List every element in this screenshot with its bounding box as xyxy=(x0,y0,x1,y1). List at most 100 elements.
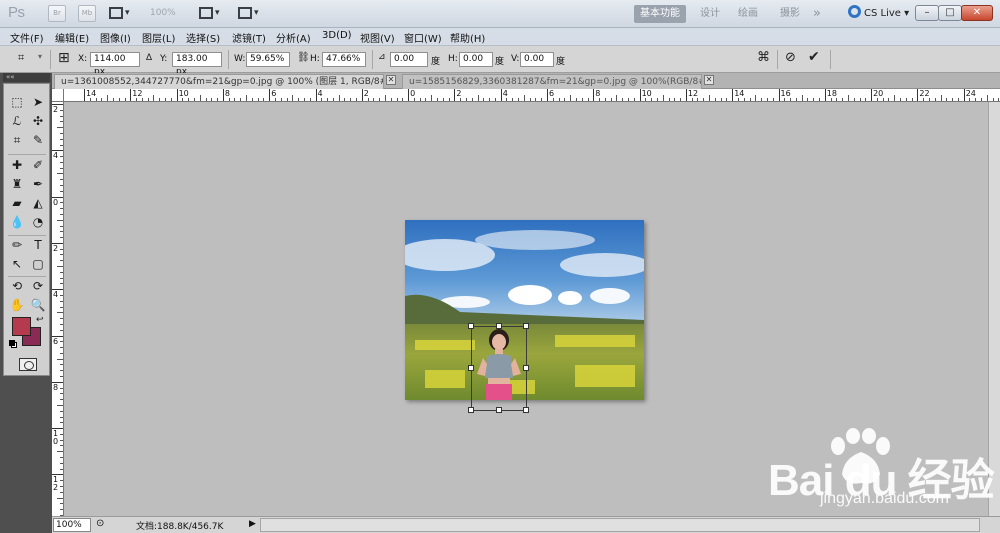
zoom-field[interactable]: 100% xyxy=(53,518,91,532)
ruler-minor-tick xyxy=(60,352,63,354)
crop-tool-icon[interactable]: ⌗ xyxy=(8,132,26,149)
screen-mode-dropdown[interactable]: ▾ xyxy=(238,5,259,22)
rotate-input[interactable]: 0.00 xyxy=(390,52,428,67)
tab-close-icon[interactable]: ✕ xyxy=(704,75,714,85)
menu-edit[interactable]: 编辑(E) xyxy=(55,30,89,45)
tools-panel-header[interactable]: «« xyxy=(3,73,50,82)
transform-tool-icon[interactable]: ⌗ xyxy=(18,51,24,65)
status-menu-arrow[interactable]: ▶ xyxy=(249,519,256,529)
zoom-level-dropdown[interactable]: 100% xyxy=(150,8,176,18)
transform-handle[interactable] xyxy=(523,323,529,329)
transform-bounding-box[interactable] xyxy=(468,323,529,413)
reference-point-icon[interactable]: ⊞ xyxy=(58,50,70,66)
hand-tool-icon[interactable]: ✋ xyxy=(8,297,26,314)
ruler-minor-tick xyxy=(251,98,253,101)
marquee-tool-icon[interactable]: ⬚ xyxy=(8,94,26,111)
transform-handle[interactable] xyxy=(496,407,502,413)
horizontal-ruler[interactable]: 14 12 10 8 6 4 2 0 2 4 6 8 10 12 14 16 18 20 22 24 xyxy=(64,89,1000,102)
maximize-button[interactable]: □ xyxy=(938,5,962,21)
relative-position-icon[interactable]: ∆ xyxy=(146,53,152,63)
pen-tool-icon[interactable]: ✏ xyxy=(8,237,26,254)
horizontal-skew-input[interactable]: 0.00 xyxy=(459,52,493,67)
menu-analysis[interactable]: 分析(A) xyxy=(276,30,311,45)
ruler-minor-tick xyxy=(274,98,276,101)
ruler-minor-tick xyxy=(564,98,566,101)
status-info-icon[interactable]: ⊙ xyxy=(96,518,104,529)
menu-filter[interactable]: 滤镜(T) xyxy=(232,30,266,45)
more-workspaces-button[interactable]: » xyxy=(807,5,827,23)
ruler-minor-tick xyxy=(697,98,699,101)
eyedropper-tool-icon[interactable]: ✎ xyxy=(29,132,47,149)
foreground-color-swatch[interactable] xyxy=(12,317,31,336)
tool-preset-dropdown-icon[interactable]: ▾ xyxy=(38,52,42,61)
quick-mask-icon[interactable] xyxy=(19,358,37,371)
transform-handle[interactable] xyxy=(496,323,502,329)
vertical-skew-input[interactable]: 0.00 xyxy=(520,52,554,67)
quick-selection-tool-icon[interactable]: ✣ xyxy=(29,113,47,130)
menu-help[interactable]: 帮助(H) xyxy=(450,30,485,45)
swap-colors-icon[interactable]: ↩ xyxy=(36,315,44,325)
close-button[interactable]: ✕ xyxy=(961,5,993,21)
tab-document-2[interactable]: u=1585156829,3360381287&fm=21&gp=0.jpg @… xyxy=(402,74,702,89)
transform-handle[interactable] xyxy=(468,365,474,371)
cs-live-button[interactable]: CS Live ▾ xyxy=(848,5,909,23)
workspace-photography[interactable]: 摄影 xyxy=(774,5,806,23)
ruler-minor-tick xyxy=(616,95,618,101)
minimize-button[interactable]: – xyxy=(915,5,939,21)
ruler-minor-tick xyxy=(60,439,63,441)
y-position-input[interactable]: 183.00 px xyxy=(172,52,222,77)
ruler-minor-tick xyxy=(60,156,63,158)
view-extras-dropdown[interactable]: ▾ xyxy=(109,5,130,22)
width-input[interactable]: 59.65% xyxy=(246,52,290,67)
menu-layer[interactable]: 图层(L) xyxy=(142,30,175,45)
link-icon[interactable]: ⛓ xyxy=(297,52,310,63)
bridge-icon[interactable]: Br xyxy=(48,5,66,22)
eraser-tool-icon[interactable]: ▰ xyxy=(8,195,26,212)
height-input[interactable]: 47.66% xyxy=(322,52,366,67)
horizontal-scrollbar[interactable] xyxy=(260,518,980,532)
transform-handle[interactable] xyxy=(523,407,529,413)
vertical-ruler[interactable]: 2 4 0 2 4 6 8 10 12 xyxy=(52,102,64,516)
mini-bridge-icon[interactable]: Mb xyxy=(78,5,96,22)
path-selection-tool-icon[interactable]: ↖ xyxy=(8,256,26,273)
dodge-tool-icon[interactable]: ◔ xyxy=(29,214,47,231)
ruler-origin[interactable] xyxy=(52,89,64,102)
transform-handle[interactable] xyxy=(468,323,474,329)
zoom-tool-icon[interactable]: 🔍 xyxy=(29,297,47,314)
healing-brush-tool-icon[interactable]: ✚ xyxy=(8,157,26,174)
ruler-minor-tick xyxy=(60,144,63,146)
transform-handle[interactable] xyxy=(468,407,474,413)
warp-mode-icon[interactable]: ⌘ xyxy=(757,50,770,65)
blur-tool-icon[interactable]: 💧 xyxy=(8,214,26,231)
workspace-painting[interactable]: 绘画 xyxy=(732,5,764,23)
x-position-input[interactable]: 114.00 px xyxy=(90,52,140,77)
menu-image[interactable]: 图像(I) xyxy=(100,30,131,45)
3d-rotate-tool-icon[interactable]: ⟲ xyxy=(8,278,26,295)
type-tool-icon[interactable]: T xyxy=(29,237,47,254)
menu-select[interactable]: 选择(S) xyxy=(186,30,220,45)
clone-stamp-tool-icon[interactable]: ♜ xyxy=(8,176,26,193)
tab-document-1[interactable]: u=1361008552,344727770&fm=21&gp=0.jpg @ … xyxy=(54,74,384,89)
menu-view[interactable]: 视图(V) xyxy=(360,30,395,45)
paint-bucket-tool-icon[interactable]: ◭ xyxy=(29,195,47,212)
arrange-documents-dropdown[interactable]: ▾ xyxy=(199,5,220,22)
history-brush-tool-icon[interactable]: ✒ xyxy=(29,176,47,193)
3d-orbit-tool-icon[interactable]: ⟳ xyxy=(29,278,47,295)
ruler-minor-tick xyxy=(367,98,369,101)
menu-window[interactable]: 窗口(W) xyxy=(404,30,442,45)
workspace-essentials[interactable]: 基本功能 xyxy=(634,5,686,23)
transform-handle[interactable] xyxy=(523,365,529,371)
shape-tool-icon[interactable]: ▢ xyxy=(29,256,47,273)
brush-tool-icon[interactable]: ✐ xyxy=(29,157,47,174)
commit-transform-icon[interactable]: ✔ xyxy=(808,49,820,65)
cancel-transform-icon[interactable]: ⊘ xyxy=(785,50,796,65)
tab-close-icon[interactable]: ✕ xyxy=(386,75,396,85)
move-tool-icon[interactable]: ➤ xyxy=(29,94,47,111)
ruler-minor-tick xyxy=(651,98,653,101)
workspace-design[interactable]: 设计 xyxy=(694,5,726,23)
menu-file[interactable]: 文件(F) xyxy=(10,30,44,45)
ruler-minor-tick xyxy=(790,98,792,101)
lasso-tool-icon[interactable]: ℒ xyxy=(8,113,26,130)
menu-3d[interactable]: 3D(D) xyxy=(322,30,352,41)
ruler-minor-tick xyxy=(263,98,265,101)
